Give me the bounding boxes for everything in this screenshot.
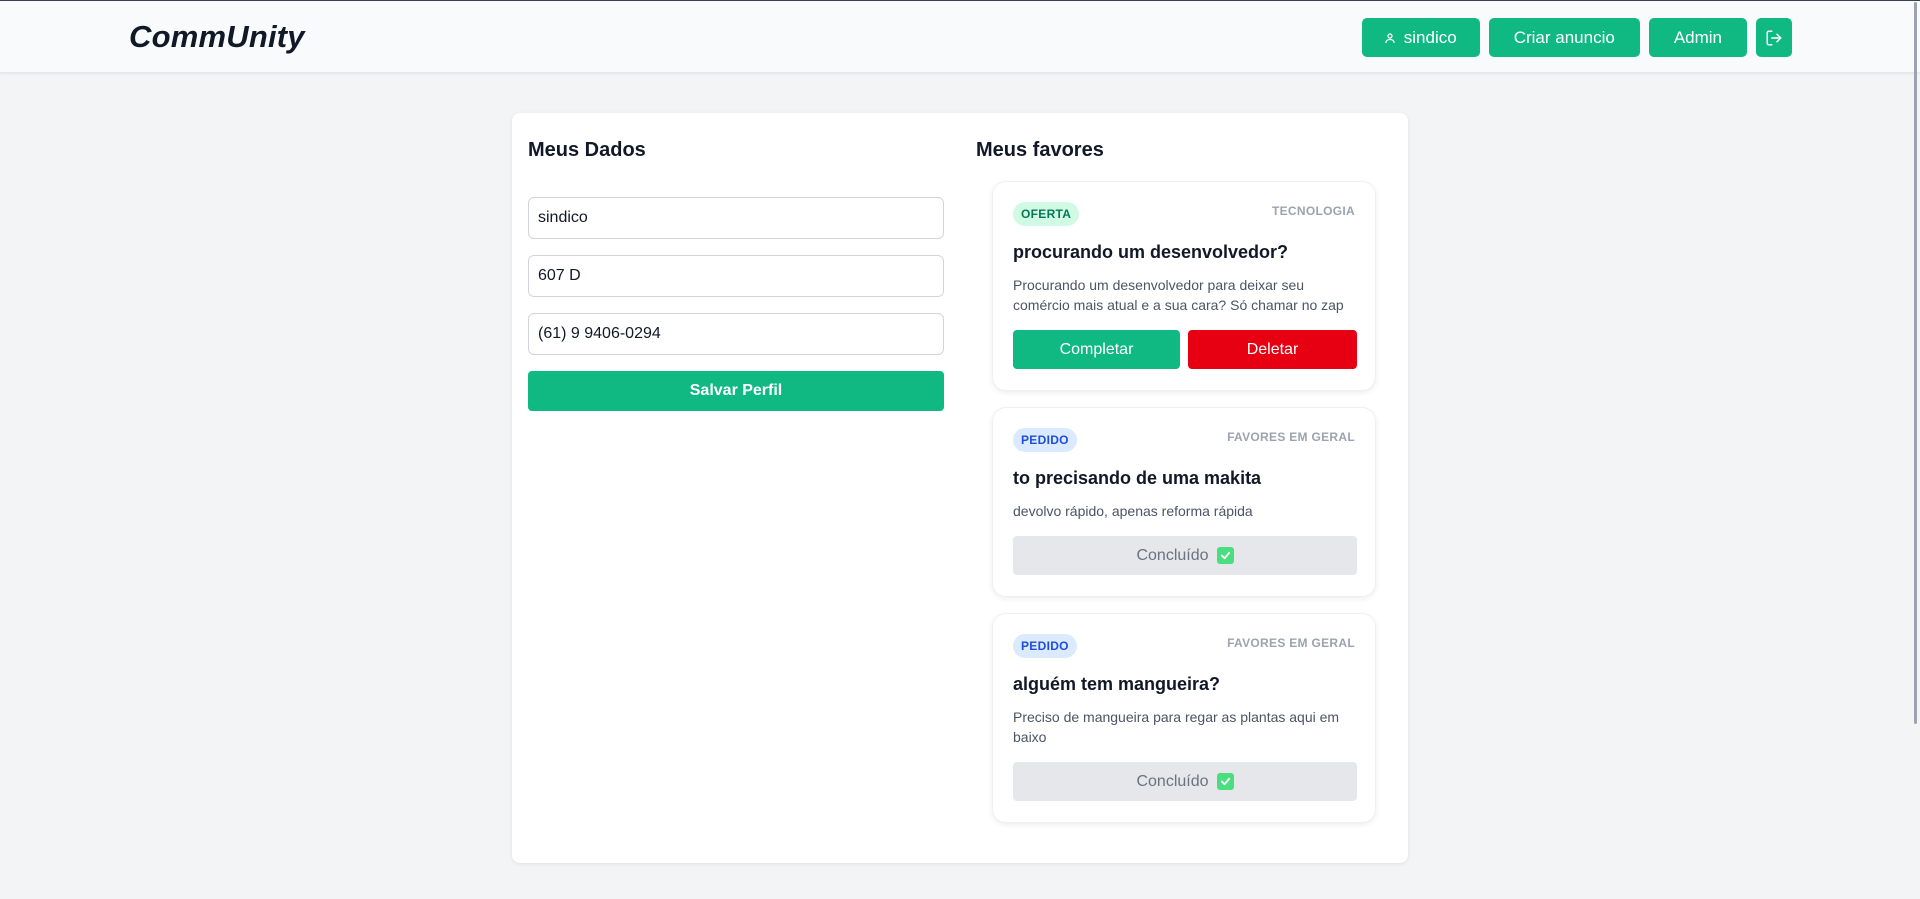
phone-field[interactable]: (61) 9 9406-0294	[528, 313, 944, 355]
delete-button[interactable]: Deletar	[1188, 330, 1357, 369]
nav-actions: sindico Criar anuncio Admin	[1361, 18, 1792, 57]
completed-status-button: Concluído	[1013, 536, 1357, 575]
favor-description: devolvo rápido, apenas reforma rápida	[1013, 503, 1253, 519]
favor-title: to precisando de uma makita	[1013, 468, 1262, 488]
profile-card: Meus Dados sindico 607 D (61) 9 9406-029…	[512, 113, 1408, 863]
favor-title: alguém tem mangueira?	[1013, 674, 1221, 694]
favor-description: Procurando um desenvolvedor para deixar …	[1013, 277, 1344, 313]
favor-category: FAVORES EM GERAL	[1227, 636, 1355, 650]
name-field[interactable]: sindico	[528, 197, 944, 239]
check-box-icon	[1216, 773, 1234, 790]
favor-card: PEDIDO FAVORES EM GERAL to precisando de…	[992, 407, 1376, 597]
favor-description: Preciso de mangueira para regar as plant…	[1013, 709, 1340, 745]
completed-label: Concluído	[1136, 546, 1209, 564]
my-favors-title: Meus favores	[976, 139, 1104, 161]
favor-card: OFERTA TECNOLOGIA procurando um desenvol…	[992, 181, 1376, 391]
completed-label: Concluído	[1136, 772, 1209, 790]
favor-card: PEDIDO FAVORES EM GERAL alguém tem mangu…	[992, 613, 1376, 823]
check-box-icon	[1216, 547, 1234, 564]
my-data-title: Meus Dados	[528, 139, 646, 161]
favor-type-badge: PEDIDO	[1013, 634, 1077, 658]
favor-title: procurando um desenvolvedor?	[1013, 242, 1289, 262]
logout-button[interactable]	[1756, 18, 1792, 57]
create-listing-button[interactable]: Criar anuncio	[1488, 18, 1640, 57]
user-name-label: sindico	[1403, 27, 1457, 47]
admin-button[interactable]: Admin	[1648, 18, 1747, 57]
logout-icon	[1766, 30, 1782, 45]
completed-status-button: Concluído	[1013, 762, 1357, 801]
user-icon	[1385, 32, 1395, 43]
apartment-field[interactable]: 607 D	[528, 255, 944, 297]
favor-category: TECNOLOGIA	[1272, 204, 1355, 218]
complete-button[interactable]: Completar	[1013, 330, 1180, 369]
page-scrollbar[interactable]	[1914, 2, 1917, 724]
favor-type-badge: OFERTA	[1013, 202, 1080, 226]
app-logo[interactable]: CommUnity	[129, 19, 305, 55]
top-navbar: CommUnity sindico Criar anuncio Admin	[0, 1, 1920, 73]
favor-type-badge: PEDIDO	[1013, 428, 1077, 452]
save-profile-button[interactable]: Salvar Perfil	[528, 371, 944, 411]
user-profile-button[interactable]: sindico	[1361, 18, 1480, 57]
favor-category: FAVORES EM GERAL	[1227, 430, 1355, 444]
